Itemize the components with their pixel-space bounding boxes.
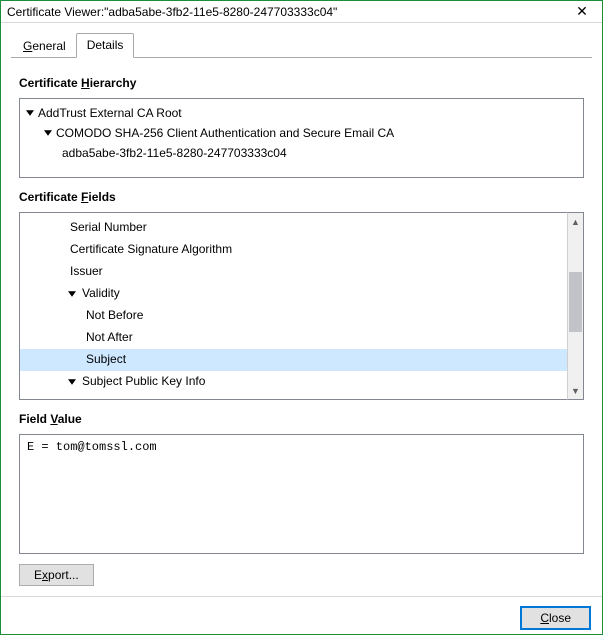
dialog-footer: Close xyxy=(1,596,602,641)
field-row-label: Subject xyxy=(84,349,126,371)
window-title: Certificate Viewer:"adba5abe-3fb2-11e5-8… xyxy=(7,5,337,19)
field-row[interactable]: Serial Number xyxy=(20,217,567,239)
fields-tree[interactable]: Serial NumberCertificate Signature Algor… xyxy=(19,212,567,400)
field-row[interactable]: Issuer xyxy=(20,261,567,283)
hierarchy-row-label: COMODO SHA-256 Client Authentication and… xyxy=(56,126,394,140)
details-panel: Certificate Hierarchy AddTrust External … xyxy=(1,58,602,596)
hierarchy-row[interactable]: adba5abe-3fb2-11e5-8280-247703333c04 xyxy=(26,143,577,163)
close-icon: ✕ xyxy=(576,3,588,20)
hierarchy-row-label: AddTrust External CA Root xyxy=(38,106,182,120)
field-row[interactable]: Subject Public Key Info xyxy=(20,371,567,393)
fields-scrollbar[interactable]: ▲ ▼ xyxy=(567,212,584,400)
field-value-heading: Field Value xyxy=(19,412,584,426)
field-row[interactable]: Subject xyxy=(20,349,567,371)
field-row-label: Serial Number xyxy=(68,217,147,239)
field-row[interactable]: Not After xyxy=(20,327,567,349)
titlebar: Certificate Viewer:"adba5abe-3fb2-11e5-8… xyxy=(1,1,602,23)
tab-details[interactable]: Details xyxy=(76,33,135,58)
scrollbar-track[interactable] xyxy=(568,230,583,382)
field-value-text: E = tom@tomssl.com xyxy=(27,440,157,454)
hierarchy-tree[interactable]: AddTrust External CA Root COMODO SHA-256 … xyxy=(19,98,584,178)
field-row-label: Not Before xyxy=(84,305,143,327)
tabstrip: General Details xyxy=(1,23,602,58)
chevron-down-icon[interactable] xyxy=(44,130,52,135)
field-row[interactable]: Certificate Signature Algorithm xyxy=(20,239,567,261)
chevron-down-icon[interactable] xyxy=(68,379,76,384)
field-row-label: Validity xyxy=(80,283,120,305)
field-row-label: Certificate Signature Algorithm xyxy=(68,239,232,261)
hierarchy-row[interactable]: COMODO SHA-256 Client Authentication and… xyxy=(26,123,577,143)
field-value-box[interactable]: E = tom@tomssl.com xyxy=(19,434,584,554)
window-close-button[interactable]: ✕ xyxy=(562,1,602,23)
hierarchy-row[interactable]: AddTrust External CA Root xyxy=(26,103,577,123)
scroll-up-icon[interactable]: ▲ xyxy=(568,213,583,230)
hierarchy-heading: Certificate Hierarchy xyxy=(19,76,584,90)
field-row[interactable]: Not Before xyxy=(20,305,567,327)
close-button[interactable]: Close xyxy=(521,607,590,629)
fields-heading: Certificate Fields xyxy=(19,190,584,204)
export-button[interactable]: Export... xyxy=(19,564,94,586)
scrollbar-thumb[interactable] xyxy=(569,272,582,332)
field-row[interactable]: Validity xyxy=(20,283,567,305)
field-row-label: Issuer xyxy=(68,261,103,283)
chevron-down-icon[interactable] xyxy=(26,110,34,115)
scroll-down-icon[interactable]: ▼ xyxy=(568,382,583,399)
tab-general[interactable]: General xyxy=(13,35,76,58)
fields-box: Serial NumberCertificate Signature Algor… xyxy=(19,212,584,400)
export-row: Export... xyxy=(19,564,584,586)
field-row-label: Subject Public Key Info xyxy=(80,371,205,393)
hierarchy-row-label: adba5abe-3fb2-11e5-8280-247703333c04 xyxy=(62,146,287,160)
field-row-label: Not After xyxy=(84,327,133,349)
chevron-down-icon[interactable] xyxy=(68,291,76,296)
